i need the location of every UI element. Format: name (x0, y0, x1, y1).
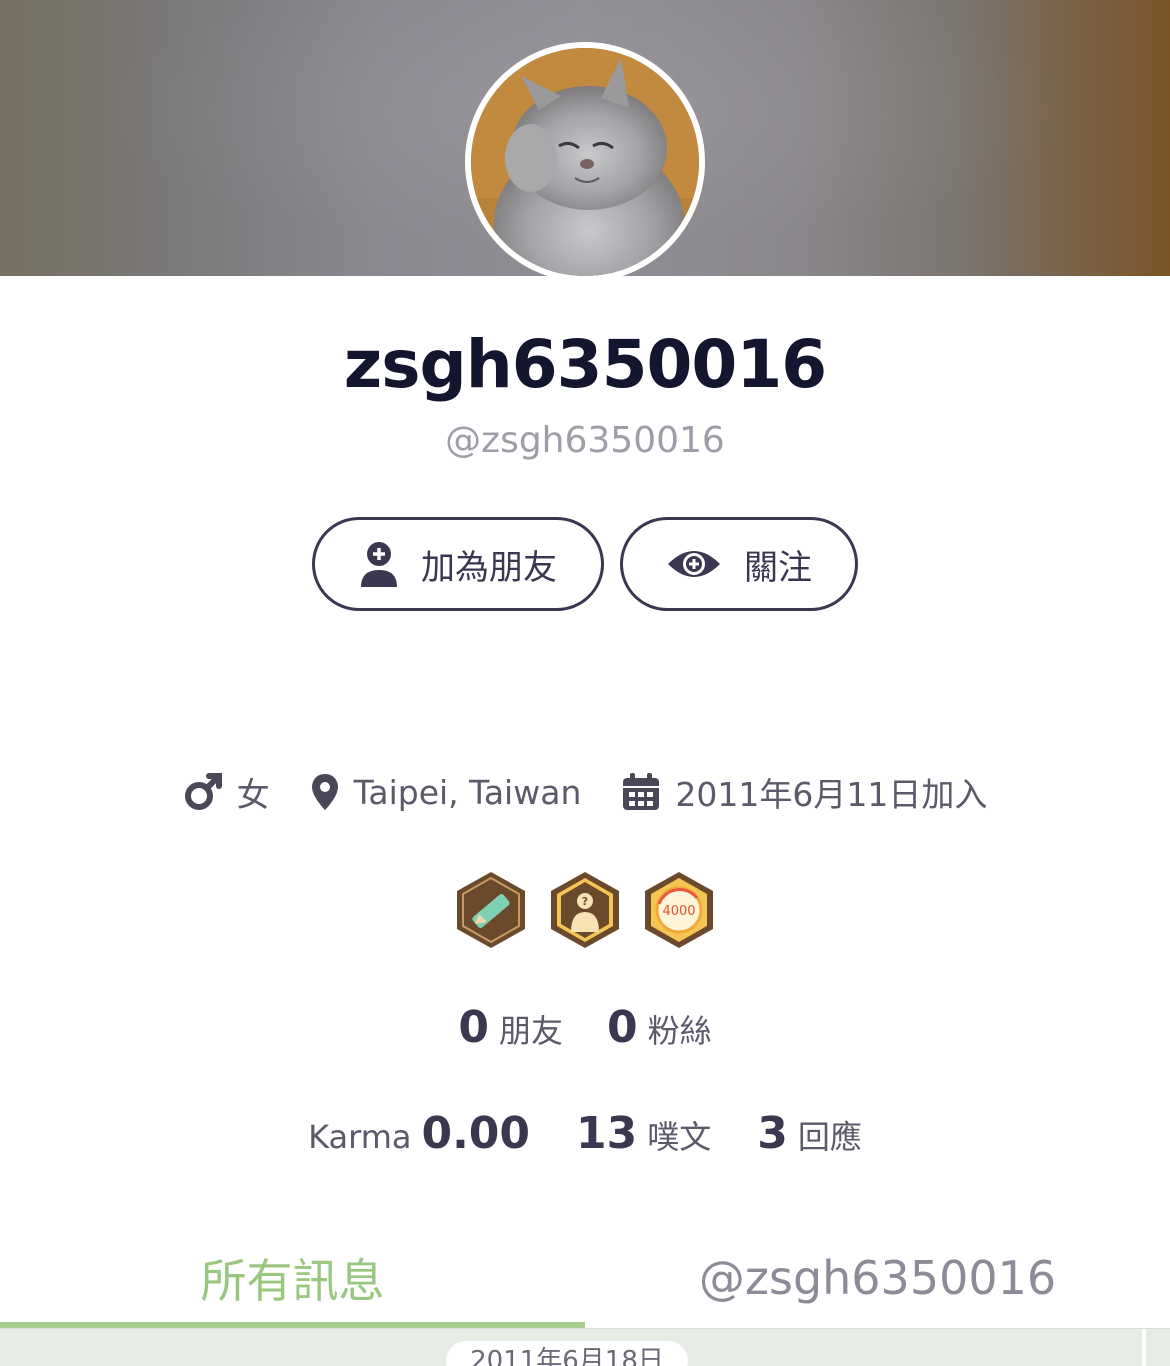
follow-button[interactable]: 關注 (620, 517, 858, 611)
fans-stat[interactable]: 0 粉絲 (607, 1002, 712, 1053)
fans-label: 粉絲 (647, 1012, 712, 1050)
joined-info: 2011年6月11日加入 (621, 768, 987, 816)
gender-info: 女 (183, 768, 270, 816)
plurks-stat: 13 噗文 (576, 1108, 711, 1159)
friends-count: 0 (458, 1002, 489, 1053)
activity-stats: Karma 0.00 13 噗文 3 回應 (0, 1108, 1170, 1159)
avatar[interactable] (465, 42, 705, 282)
social-stats: 0 朋友 0 粉絲 (0, 1002, 1170, 1053)
fans-count: 0 (607, 1002, 638, 1053)
gender-icon (184, 773, 222, 810)
follow-label: 關注 (744, 547, 812, 588)
location-info: Taipei, Taiwan (310, 772, 582, 812)
plurks-count: 13 (576, 1108, 638, 1159)
profile-handle: @zsgh6350016 (445, 420, 725, 461)
profile-meta: 女 Taipei, Taiwan 2011年6月11日加入 (0, 766, 1170, 818)
add-friend-label: 加為朋友 (421, 547, 557, 588)
eye-plus-icon (668, 551, 720, 577)
profile-display-name: zsgh6350016 (343, 326, 827, 403)
mystery-person-badge-icon[interactable]: ? (549, 870, 621, 950)
timeline-area[interactable]: 2011年6月18日 (0, 1328, 1170, 1366)
joined-text: 2011年6月11日加入 (675, 775, 988, 814)
svg-text:?: ? (582, 895, 588, 908)
karma-label: Karma (308, 1118, 412, 1156)
tab-all-messages[interactable]: 所有訊息 (0, 1236, 585, 1320)
location-pin-icon (311, 774, 338, 810)
responses-stat: 3 回應 (757, 1108, 862, 1159)
tab-mentions[interactable]: @zsgh6350016 (585, 1236, 1170, 1320)
gender-text: 女 (236, 775, 270, 814)
timeline-tabs: 所有訊息 @zsgh6350016 (0, 1236, 1170, 1328)
4000-badge-icon[interactable]: 4000 (643, 870, 715, 950)
responses-count: 3 (757, 1108, 788, 1159)
avatar-image (471, 48, 699, 276)
badge-list: ? 4000 (0, 870, 1170, 950)
karma-value: 0.00 (421, 1108, 531, 1159)
responses-label: 回應 (797, 1118, 862, 1156)
date-marker: 2011年6月18日 (446, 1341, 688, 1366)
badge-4000-text: 4000 (662, 904, 695, 919)
friends-stat[interactable]: 0 朋友 (458, 1002, 563, 1053)
plurks-label: 噗文 (647, 1118, 712, 1156)
cat-photo-icon (471, 48, 699, 276)
add-friend-icon (361, 542, 397, 587)
pencil-badge-icon[interactable] (455, 870, 527, 950)
timeline-scrollbar[interactable] (1142, 1329, 1146, 1366)
location-text: Taipei, Taiwan (353, 772, 582, 812)
friends-label: 朋友 (498, 1012, 563, 1050)
calendar-icon (623, 773, 660, 810)
add-friend-button[interactable]: 加為朋友 (312, 517, 604, 611)
karma-stat: Karma 0.00 (308, 1108, 530, 1159)
